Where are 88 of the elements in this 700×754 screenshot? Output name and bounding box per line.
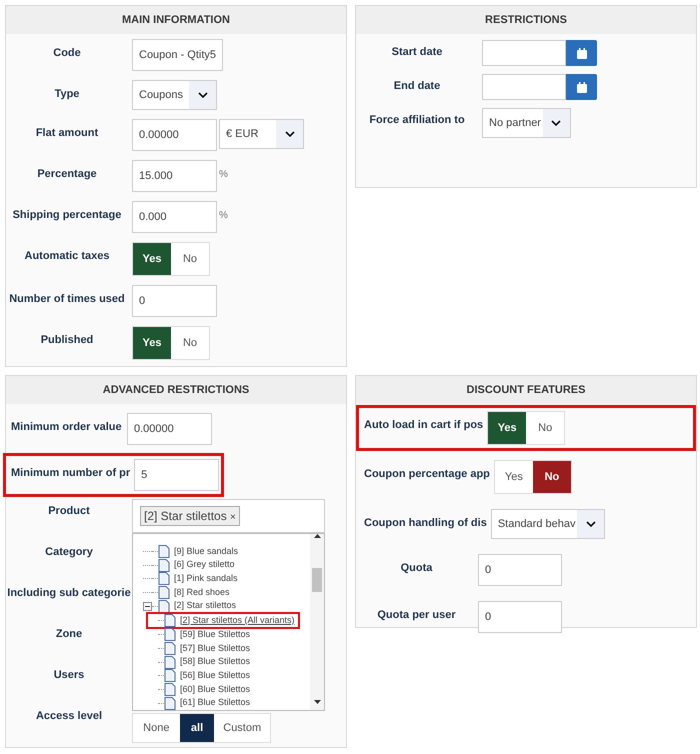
page-icon bbox=[164, 614, 176, 627]
tree-item[interactable]: [60] Blue Stilettos bbox=[180, 682, 250, 696]
scrollbar[interactable] bbox=[310, 534, 324, 710]
unit-label: % bbox=[219, 168, 228, 182]
toggle-option[interactable]: Yes bbox=[133, 243, 171, 275]
page-icon bbox=[164, 696, 176, 710]
select-field[interactable]: Standard behav bbox=[490, 509, 606, 539]
remove-icon[interactable]: × bbox=[230, 512, 236, 523]
calendar-icon bbox=[576, 48, 586, 58]
page-icon bbox=[158, 600, 170, 613]
product-field[interactable]: [2] Star stilettos × bbox=[132, 499, 325, 533]
tree-item[interactable]: [6] Grey stiletto bbox=[174, 558, 235, 572]
field-label: Access level bbox=[34, 709, 104, 724]
input-field[interactable] bbox=[482, 74, 566, 100]
collapse-icon[interactable] bbox=[143, 602, 152, 611]
tree-item[interactable]: [59] Blue Stilettos bbox=[180, 628, 250, 642]
input-field[interactable]: 15.000 bbox=[132, 160, 217, 192]
chevron-down-icon bbox=[577, 510, 604, 538]
field-label: Published bbox=[40, 333, 94, 348]
field-label: End date bbox=[392, 79, 442, 94]
page-icon bbox=[164, 628, 176, 642]
toggle-option[interactable]: Yes bbox=[133, 327, 171, 359]
input-field[interactable]: 0.000 bbox=[132, 201, 217, 233]
page-icon bbox=[158, 586, 170, 599]
page-icon bbox=[158, 572, 170, 586]
input-field[interactable]: 5 bbox=[134, 459, 220, 491]
field-label: Coupon percentage app bbox=[363, 467, 491, 482]
tree-item[interactable]: [1] Pink sandals bbox=[174, 572, 238, 586]
page-icon bbox=[158, 558, 170, 572]
tree-item[interactable]: [2] Star stilettos bbox=[174, 599, 236, 613]
input-field[interactable] bbox=[482, 40, 566, 66]
tree-item[interactable]: [61] Blue Stilettos bbox=[180, 696, 250, 710]
input-field[interactable]: Coupon - Qtity5 bbox=[132, 39, 224, 71]
unit-label: % bbox=[219, 208, 228, 222]
calendar-icon bbox=[576, 82, 586, 92]
input-field[interactable]: 0 bbox=[132, 285, 217, 317]
field-label: Product bbox=[47, 504, 91, 519]
field-label: Flat amount bbox=[34, 126, 100, 141]
panel-title: MAIN INFORMATION bbox=[6, 6, 346, 34]
field-label: Auto load in cart if pos bbox=[363, 418, 484, 433]
input-field[interactable]: 0 bbox=[478, 601, 562, 633]
page-icon bbox=[164, 642, 176, 655]
field-label: Number of times used bbox=[8, 292, 126, 307]
field-label: Percentage bbox=[36, 167, 98, 182]
input-field[interactable]: 0.00000 bbox=[127, 413, 212, 445]
tree-item[interactable]: [2] Star stilettos (All variants) bbox=[180, 614, 295, 628]
select-field[interactable]: Coupons bbox=[132, 80, 217, 110]
input-field[interactable]: 0 bbox=[478, 554, 562, 586]
tree-item[interactable]: [58] Blue Stilettos bbox=[180, 655, 250, 669]
page-icon bbox=[164, 682, 176, 696]
field-label: Code bbox=[52, 46, 82, 61]
field-label: Minimum order value bbox=[10, 420, 123, 435]
field-label: Automatic taxes bbox=[24, 249, 110, 264]
panel-title: DISCOUNT FEATURES bbox=[356, 376, 696, 404]
select-field[interactable]: € EUR bbox=[219, 119, 304, 149]
field-label: Start date bbox=[390, 45, 444, 60]
field-label: Force affiliation to bbox=[368, 113, 466, 128]
tree-item[interactable]: [57] Blue Stilettos bbox=[180, 642, 250, 656]
field-label: Minimum number of pr bbox=[10, 466, 132, 481]
page-icon bbox=[164, 656, 176, 669]
calendar-button[interactable] bbox=[566, 40, 597, 66]
segment-option[interactable]: all bbox=[180, 714, 214, 742]
toggle-option[interactable]: No bbox=[532, 461, 571, 493]
tree-item[interactable]: [8] Red shoes bbox=[174, 586, 230, 600]
toggle-option[interactable]: Yes bbox=[488, 412, 526, 444]
field-label: Coupon handling of dis bbox=[363, 516, 488, 531]
field-label: Quota per user bbox=[376, 608, 457, 623]
chevron-down-icon bbox=[276, 120, 303, 148]
field-label: Category bbox=[44, 545, 94, 560]
panel-title: ADVANCED RESTRICTIONS bbox=[6, 376, 346, 404]
field-label: Zone bbox=[54, 627, 84, 642]
field-label: Quota bbox=[400, 561, 434, 576]
select-field[interactable]: No partner bbox=[482, 108, 571, 138]
field-label: Including sub categorie bbox=[6, 586, 132, 601]
field-label: Type bbox=[54, 87, 80, 102]
chevron-down-icon bbox=[542, 109, 570, 137]
tree-item[interactable]: [9] Blue sandals bbox=[174, 544, 238, 558]
product-tag[interactable]: [2] Star stilettos × bbox=[140, 506, 240, 526]
calendar-button[interactable] bbox=[566, 74, 597, 100]
input-field[interactable]: 0.00000 bbox=[132, 119, 217, 151]
panel-title: RESTRICTIONS bbox=[356, 6, 696, 34]
tree-item[interactable]: [56] Blue Stilettos bbox=[180, 669, 250, 683]
chevron-down-icon bbox=[189, 81, 216, 109]
page-icon bbox=[158, 544, 170, 558]
page-icon bbox=[164, 669, 176, 682]
field-label: Users bbox=[52, 668, 86, 683]
scroll-thumb[interactable] bbox=[312, 568, 322, 592]
field-label: Shipping percentage bbox=[12, 208, 122, 223]
